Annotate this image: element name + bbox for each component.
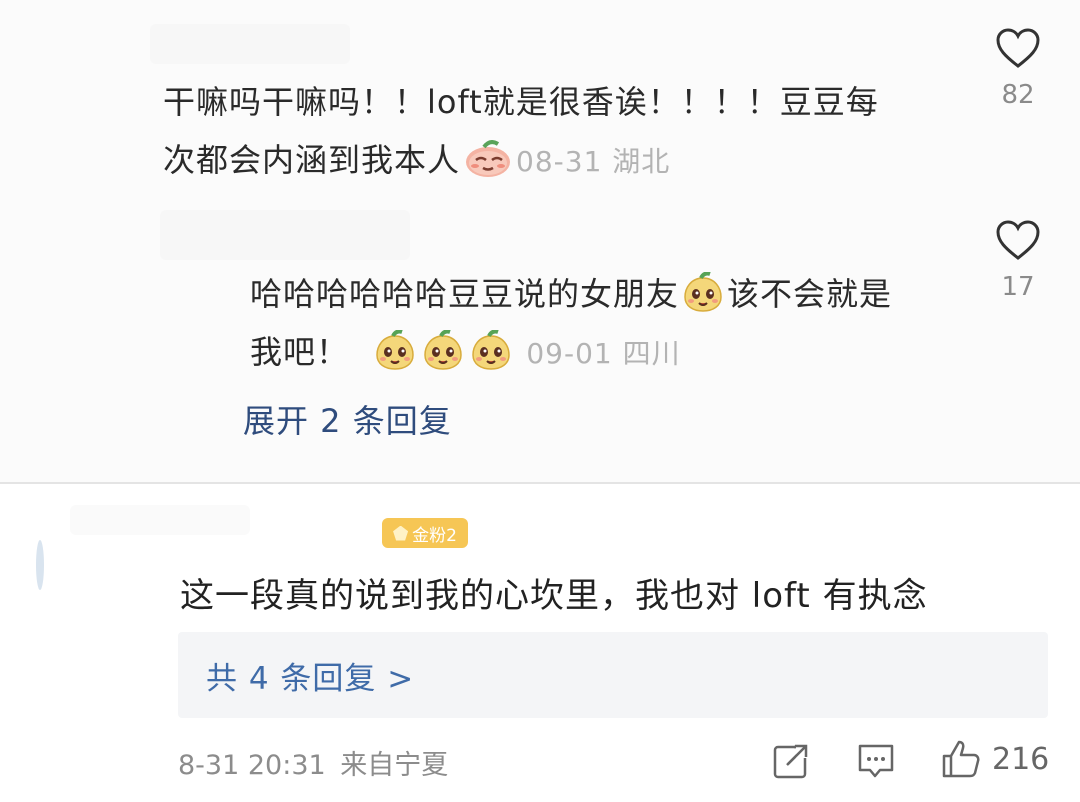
like-count: 216 [992, 741, 1050, 777]
weibo-comment-text: 这一段真的说到我的心坎里，我也对 loft 有执念 [180, 576, 928, 616]
comment-text-line-2: 次都会内涵到我本人 08-31 湖北 [163, 131, 963, 191]
comment-text-line-1: 干嘛吗干嘛吗！！loft就是很香诶！！！！豆豆每 [163, 83, 879, 121]
section-divider [0, 482, 1080, 484]
comment-meta: 08-31 湖北 [516, 145, 671, 178]
comment-body: 干嘛吗干嘛吗！！loft就是很香诶！！！！豆豆每 次都会内涵到我本人 08-31 … [163, 73, 963, 191]
like-count: 82 [1001, 80, 1035, 110]
timestamp: 8-31 20:31 [178, 750, 326, 781]
heart-icon [996, 28, 1040, 68]
reply-meta: 09-01 四川 [526, 337, 681, 370]
comment-footer-meta: 8-31 20:31 来自宁夏 [178, 743, 448, 782]
reply-like-button[interactable]: 17 [988, 220, 1048, 302]
comment-button[interactable] [856, 742, 896, 780]
like-count: 17 [1001, 272, 1035, 302]
reply-body: 哈哈哈哈哈哈豆豆说的女朋友 该不会就是 我吧！ 09-01 四川 [250, 265, 970, 383]
share-icon [773, 744, 810, 779]
thumbs-up-icon [942, 740, 980, 778]
blurred-username [150, 24, 350, 64]
avatar[interactable] [36, 540, 44, 590]
view-replies-link[interactable]: 共 4 条回复 > [206, 653, 414, 698]
comment-icon [858, 744, 894, 778]
heart-icon [996, 220, 1040, 260]
lemon-face-emoji-icon [682, 271, 724, 314]
expand-replies-link[interactable]: 展开 2 条回复 [243, 396, 452, 442]
like-button[interactable]: 216 [940, 738, 1049, 780]
fan-badge[interactable]: 金粉2 [382, 518, 468, 548]
blurred-username [70, 505, 250, 535]
share-button[interactable] [772, 742, 810, 780]
replies-box[interactable]: 共 4 条回复 > [178, 632, 1048, 718]
diamond-icon [393, 525, 409, 541]
location: 来自宁夏 [340, 750, 449, 781]
lemon-face-emoji-icon [374, 329, 416, 372]
comment-like-button[interactable]: 82 [988, 28, 1048, 110]
lemon-face-emoji-icon [422, 329, 464, 372]
reply-text-line-2: 我吧！ 09-01 四川 [250, 323, 970, 383]
blushing-peach-emoji-icon [464, 138, 512, 177]
blurred-username-reply [160, 210, 410, 260]
lemon-face-emoji-icon [470, 329, 512, 372]
reply-text-line-1: 哈哈哈哈哈哈豆豆说的女朋友 该不会就是 [250, 265, 970, 323]
